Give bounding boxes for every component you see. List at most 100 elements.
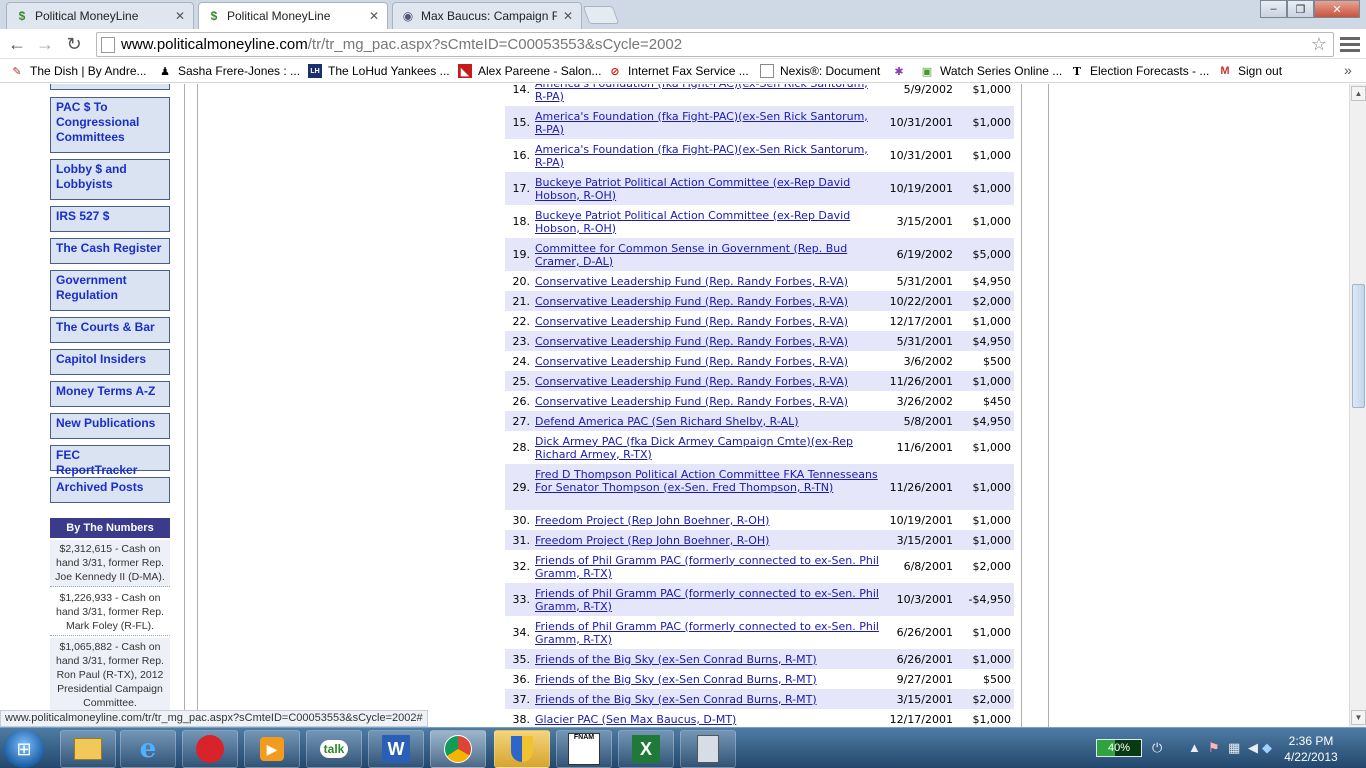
sidebar-link-government-regulation[interactable]: Government Regulation bbox=[50, 270, 170, 311]
tab-political-moneyline-2[interactable]: $ Political MoneyLine ✕ bbox=[198, 2, 388, 29]
new-tab-button[interactable] bbox=[582, 6, 620, 24]
scroll-down-arrow-icon[interactable]: ▼ bbox=[1351, 710, 1366, 725]
committee-link[interactable]: America's Foundation (fka Fight-PAC)(ex-… bbox=[535, 84, 880, 103]
sidebar-link-archived-posts[interactable]: Archived Posts bbox=[50, 477, 170, 503]
ie-icon[interactable]: e bbox=[120, 730, 176, 768]
sidebar-link-partial bbox=[50, 84, 170, 90]
action-center-icon[interactable]: ⚑ bbox=[1208, 740, 1220, 756]
tab-close-icon[interactable]: ✕ bbox=[175, 9, 185, 23]
tab-title: Max Baucus: Campaign Fi bbox=[421, 9, 557, 23]
fnam-icon[interactable]: FNAM bbox=[556, 730, 612, 768]
bookmark-internet-fax[interactable]: ⊘ Internet Fax Service ... bbox=[608, 62, 748, 80]
power-icon[interactable]: ⏻ bbox=[1152, 740, 1162, 756]
committee-link[interactable]: Conservative Leadership Fund (Rep. Randy… bbox=[535, 275, 880, 288]
contribution-date: 11/26/2001 bbox=[889, 480, 953, 494]
scroll-up-arrow-icon[interactable]: ▲ bbox=[1351, 86, 1366, 101]
committee-link[interactable]: Conservative Leadership Fund (Rep. Randy… bbox=[535, 335, 880, 348]
sidebar-link-irs-527[interactable]: IRS 527 $ bbox=[50, 206, 170, 232]
bookmark-star-icon[interactable]: ☆ bbox=[1311, 34, 1327, 55]
chrome-icon[interactable] bbox=[430, 730, 486, 768]
bookmark-alex-pareene[interactable]: ◣ Alex Pareene - Salon... bbox=[458, 62, 601, 80]
committee-link[interactable]: Conservative Leadership Fund (Rep. Randy… bbox=[535, 355, 880, 368]
committee-link[interactable]: Friends of the Big Sky (ex-Sen Conrad Bu… bbox=[535, 693, 880, 706]
committee-link[interactable]: America's Foundation (fka Fight-PAC)(ex-… bbox=[535, 143, 880, 169]
security-icon[interactable] bbox=[494, 730, 550, 768]
address-bar[interactable]: www.politicalmoneyline.com/tr/tr_mg_pac.… bbox=[96, 32, 1334, 57]
column-divider bbox=[184, 84, 185, 727]
show-hidden-icons-icon[interactable]: ▲ bbox=[1188, 740, 1201, 755]
contribution-amount: $500 bbox=[983, 672, 1011, 686]
system-clock[interactable]: 2:36 PM 4/22/2013 bbox=[1276, 733, 1346, 765]
committee-link[interactable]: Friends of the Big Sky (ex-Sen Conrad Bu… bbox=[535, 673, 880, 686]
battery-indicator[interactable]: 40% bbox=[1096, 739, 1142, 757]
sidebar-link-lobby[interactable]: Lobby $ and Lobbyists bbox=[50, 159, 170, 200]
by-the-numbers-heading: By The Numbers bbox=[50, 518, 170, 538]
calculator-icon[interactable] bbox=[680, 730, 736, 768]
sidebar-link-money-terms[interactable]: Money Terms A-Z bbox=[50, 381, 170, 407]
tab-close-icon[interactable]: ✕ bbox=[369, 9, 379, 23]
committee-link[interactable]: Friends of Phil Gramm PAC (formerly conn… bbox=[535, 554, 880, 580]
contribution-date: 6/26/2001 bbox=[896, 626, 953, 639]
contribution-date: 3/15/2001 bbox=[896, 533, 953, 547]
sidebar-link-pac-to-congressional-committees[interactable]: PAC $ To Congressional Committees bbox=[50, 97, 170, 153]
explorer-icon[interactable] bbox=[60, 730, 116, 768]
network-icon[interactable]: ▦ bbox=[1228, 740, 1240, 756]
contribution-amount: $450 bbox=[983, 394, 1011, 408]
column-divider bbox=[1021, 84, 1022, 727]
bookmark-sign-out[interactable]: M Sign out bbox=[1218, 62, 1282, 80]
dropbox-icon[interactable]: ◆ bbox=[1262, 740, 1272, 756]
sidebar-link-fec-reporttracker[interactable]: FEC ReportTracker bbox=[50, 445, 170, 477]
excel-icon[interactable]: X bbox=[618, 730, 674, 768]
volume-icon[interactable]: ◀ bbox=[1248, 740, 1258, 756]
menu-icon[interactable] bbox=[1340, 34, 1360, 54]
committee-link[interactable]: Freedom Project (Rep John Boehner, R-OH) bbox=[535, 514, 880, 527]
app-red-icon[interactable] bbox=[182, 730, 238, 768]
bookmarks-overflow-icon[interactable]: » bbox=[1344, 62, 1352, 78]
start-button[interactable]: ⊞ bbox=[4, 730, 44, 768]
tab-political-moneyline-1[interactable]: $ Political MoneyLine ✕ bbox=[6, 2, 194, 29]
minimize-button[interactable]: – bbox=[1260, 0, 1287, 18]
maximize-button[interactable]: ❐ bbox=[1287, 0, 1314, 18]
back-arrow-icon[interactable]: ← bbox=[6, 33, 28, 55]
browser-toolbar: ← → ↻ www.politicalmoneyline.com/tr/tr_m… bbox=[0, 29, 1366, 59]
committee-link[interactable]: Friends of the Big Sky (ex-Sen Conrad Bu… bbox=[535, 653, 880, 666]
reload-icon[interactable]: ↻ bbox=[63, 33, 85, 55]
committee-link[interactable]: Buckeye Patriot Political Action Committ… bbox=[535, 176, 880, 202]
committee-link[interactable]: Buckeye Patriot Political Action Committ… bbox=[535, 209, 880, 235]
forward-arrow-icon[interactable]: → bbox=[34, 33, 56, 55]
committee-link[interactable]: Defend America PAC (Sen Richard Shelby, … bbox=[535, 415, 880, 428]
bookmark-nexis[interactable]: Nexis®: Document bbox=[760, 62, 880, 80]
bookmark-the-dish[interactable]: ✎ The Dish | By Andre... bbox=[10, 62, 146, 80]
scrollbar-thumb[interactable] bbox=[1352, 284, 1365, 408]
committee-link[interactable]: America's Foundation (fka Fight-PAC)(ex-… bbox=[535, 110, 880, 136]
sidebar-link-capitol-insiders[interactable]: Capitol Insiders bbox=[50, 349, 170, 375]
bookmark-election-forecasts[interactable]: T Election Forecasts - ... bbox=[1070, 62, 1209, 80]
committee-link[interactable]: Conservative Leadership Fund (Rep. Randy… bbox=[535, 395, 880, 408]
committee-link[interactable]: Fred D Thompson Political Action Committ… bbox=[535, 468, 880, 494]
close-window-button[interactable]: ✕ bbox=[1314, 0, 1360, 18]
media-icon[interactable]: ▶ bbox=[244, 730, 300, 768]
sidebar-link-courts-bar[interactable]: The Courts & Bar bbox=[50, 317, 170, 343]
committee-link[interactable]: Conservative Leadership Fund (Rep. Randy… bbox=[535, 295, 880, 308]
talk-icon[interactable]: talk bbox=[306, 730, 362, 768]
committee-link[interactable]: Friends of Phil Gramm PAC (formerly conn… bbox=[535, 620, 880, 646]
committee-link[interactable]: Dick Armey PAC (fka Dick Armey Campaign … bbox=[535, 435, 880, 461]
committee-link[interactable]: Conservative Leadership Fund (Rep. Randy… bbox=[535, 315, 880, 328]
committee-link[interactable]: Freedom Project (Rep John Boehner, R-OH) bbox=[535, 534, 880, 547]
bookmark-flower[interactable]: ✱ bbox=[892, 62, 912, 80]
committee-link[interactable]: Friends of Phil Gramm PAC (formerly conn… bbox=[535, 587, 880, 613]
committee-link[interactable]: Conservative Leadership Fund (Rep. Randy… bbox=[535, 375, 880, 388]
tab-close-icon[interactable]: ✕ bbox=[563, 9, 573, 23]
bookmark-lohud-yankees[interactable]: LH The LoHud Yankees ... bbox=[308, 62, 450, 80]
sidebar-link-new-publications[interactable]: New Publications bbox=[50, 413, 170, 439]
url-path: /tr/tr_mg_pac.aspx?sCmteID=C00053553&sCy… bbox=[307, 36, 683, 53]
sidebar-link-cash-register[interactable]: The Cash Register bbox=[50, 238, 170, 264]
word-icon[interactable]: W bbox=[368, 730, 424, 768]
committee-link[interactable]: Glacier PAC (Sen Max Baucus, D-MT) bbox=[535, 713, 880, 726]
committee-link[interactable]: Committee for Common Sense in Government… bbox=[535, 242, 880, 268]
vertical-scrollbar[interactable]: ▲ ▼ bbox=[1349, 84, 1366, 727]
tab-max-baucus[interactable]: ◉ Max Baucus: Campaign Fi ✕ bbox=[392, 2, 582, 29]
bookmark-sasha-frere-jones[interactable]: ♟ Sasha Frere-Jones : ... bbox=[158, 62, 300, 80]
bookmark-watch-series[interactable]: ▣ Watch Series Online ... bbox=[920, 62, 1062, 80]
page-icon bbox=[101, 36, 115, 53]
